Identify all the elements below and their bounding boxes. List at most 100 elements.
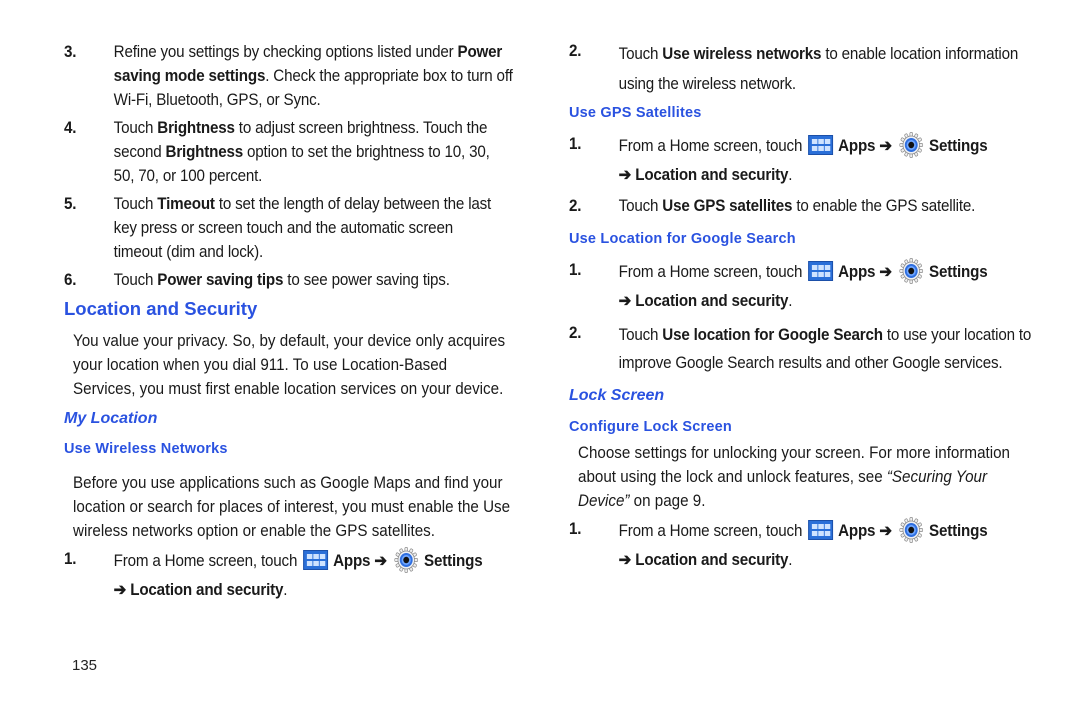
bold-term: Use wireless networks xyxy=(662,45,822,63)
period: . xyxy=(283,581,288,599)
wireless-line: wireless networks option or enable the G… xyxy=(73,522,435,540)
bold-term: saving mode settings xyxy=(113,67,266,85)
text-run: to see power saving tips. xyxy=(283,271,450,289)
settings-label: Settings xyxy=(929,137,988,155)
text-run: Wi-Fi, Bluetooth, GPS, or Sync. xyxy=(113,91,321,109)
page-number: 135 xyxy=(72,657,98,674)
text-line: using the wireless network. xyxy=(619,69,1018,99)
period: . xyxy=(788,551,793,569)
text-run: 50, 70, or 100 percent. xyxy=(113,167,263,185)
nav-prefix: From a Home screen, touch xyxy=(618,137,803,155)
bold-term: Timeout xyxy=(157,195,215,213)
text-run: to enable the GPS satellite. xyxy=(792,197,976,215)
wireless-line: Before you use applications such as Goog… xyxy=(73,474,503,492)
step-number: 2. xyxy=(569,42,582,60)
heading-configure-lock-screen: Configure Lock Screen xyxy=(569,419,732,435)
step-number: 2. xyxy=(569,197,582,215)
bold-term: Brightness xyxy=(165,143,244,161)
italic-ref: Device” xyxy=(578,492,630,510)
step-text: From a Home screen, touch Apps ➔ Settings… xyxy=(619,258,988,316)
text-run: key press or screen touch and the automa… xyxy=(113,219,453,237)
wireless-line: location or search for places of interes… xyxy=(73,498,511,516)
text-line: Refine you settings by checking options … xyxy=(114,40,513,64)
apps-icon xyxy=(302,550,328,570)
text-run: improve Google Search results and other … xyxy=(618,354,1003,372)
italic-ref: “Securing Your xyxy=(886,468,988,486)
text-run: about using the lock and unlock features… xyxy=(578,468,887,486)
bold-term: Brightness xyxy=(157,119,235,137)
subsection-title-lock-screen: Lock Screen xyxy=(569,387,665,404)
text-run: option to set the brightness to 10, 30, xyxy=(243,143,490,161)
nav-prefix: From a Home screen, touch xyxy=(618,522,803,540)
step-number: 5. xyxy=(64,195,77,213)
text-run: Touch xyxy=(618,45,663,63)
text-run: using the wireless network. xyxy=(618,75,796,93)
text-line: saving mode settings. Check the appropri… xyxy=(114,64,513,88)
step-text: Touch Use location for Google Search to … xyxy=(619,321,1032,377)
nav-line: ➔ Location and security. xyxy=(619,161,988,190)
arrow-icon: ➔ xyxy=(875,522,896,540)
step-number: 1. xyxy=(569,261,582,279)
text-line: Touch Use location for Google Search to … xyxy=(619,321,1032,349)
intro-line: You value your privacy. So, by default, … xyxy=(73,332,506,350)
text-line: Touch Brightness to adjust screen bright… xyxy=(114,116,490,140)
bold-term: Power saving tips xyxy=(157,271,284,289)
text-run: second xyxy=(113,143,166,161)
nav-line: ➔ Location and security. xyxy=(619,546,988,575)
period: . xyxy=(788,166,793,184)
step-number: 1. xyxy=(569,135,582,153)
arrow-icon: ➔ xyxy=(370,552,391,570)
apps-label: Apps xyxy=(838,263,876,281)
text-run: Touch xyxy=(618,326,663,344)
apps-icon xyxy=(807,261,833,281)
text-run: Choose settings for unlocking your scree… xyxy=(578,444,1010,462)
intro-line: Services, you must first enable location… xyxy=(73,380,504,398)
text-line: Touch Timeout to set the length of delay… xyxy=(114,192,492,216)
step-text: Touch Timeout to set the length of delay… xyxy=(113,192,492,264)
step-text: Touch Use wireless networks to enable lo… xyxy=(618,39,1019,99)
settings-gear-icon xyxy=(394,547,419,573)
bold-term: Use location for Google Search xyxy=(662,326,883,344)
step-number: 3. xyxy=(64,43,77,61)
apps-label: Apps xyxy=(333,552,371,570)
apps-label: Apps xyxy=(838,522,876,540)
text-line: Choose settings for unlocking your scree… xyxy=(578,441,1010,465)
menu-path-location-security: ➔ Location and security xyxy=(618,166,789,184)
wireless-paragraph: Before you use applications such as Goog… xyxy=(73,471,510,543)
intro-paragraph: You value your privacy. So, by default, … xyxy=(73,329,505,401)
step-number: 1. xyxy=(569,520,582,538)
apps-label: Apps xyxy=(838,137,876,155)
nav-line: From a Home screen, touch Apps ➔ Settings xyxy=(619,517,988,546)
step-text: Touch Power saving tips to see power sav… xyxy=(114,268,450,292)
text-run: . Check the appropriate box to turn off xyxy=(265,67,513,85)
text-line: about using the lock and unlock features… xyxy=(578,465,1010,489)
step-number: 6. xyxy=(64,271,77,289)
text-run: timeout (dim and lock). xyxy=(113,243,263,261)
step-text: Touch Brightness to adjust screen bright… xyxy=(114,116,490,188)
settings-gear-icon xyxy=(899,132,924,158)
nav-line: From a Home screen, touch Apps ➔ Settings xyxy=(619,132,988,161)
menu-path-location-security: ➔ Location and security xyxy=(618,292,789,310)
text-line: Device” on page 9. xyxy=(578,489,1010,513)
settings-label: Settings xyxy=(929,263,988,281)
text-line: Touch Use wireless networks to enable lo… xyxy=(618,39,1019,69)
step-number: 1. xyxy=(64,550,77,568)
menu-path-location-security: ➔ Location and security xyxy=(113,581,284,599)
text-line: Touch Power saving tips to see power sav… xyxy=(114,268,450,292)
text-line: Touch Use GPS satellites to enable the G… xyxy=(619,194,976,218)
bold-term: Use GPS satellites xyxy=(662,197,793,215)
step-text: From a Home screen, touch Apps ➔ Settings… xyxy=(114,547,483,605)
section-title-location-security: Location and Security xyxy=(64,298,258,319)
text-run: to use your location to xyxy=(882,326,1032,344)
lock-paragraph: Choose settings for unlocking your scree… xyxy=(578,441,1010,513)
step-text: Touch Use GPS satellites to enable the G… xyxy=(619,194,976,218)
nav-prefix: From a Home screen, touch xyxy=(113,552,298,570)
text-line: Wi-Fi, Bluetooth, GPS, or Sync. xyxy=(114,88,513,112)
settings-gear-icon xyxy=(899,258,924,284)
apps-icon xyxy=(807,520,833,540)
text-run: Refine you settings by checking options … xyxy=(113,43,458,61)
nav-line: ➔ Location and security. xyxy=(619,287,988,316)
step-text: From a Home screen, touch Apps ➔ Settings… xyxy=(619,132,988,190)
text-run: Touch xyxy=(113,271,158,289)
text-run: to enable location information xyxy=(821,45,1019,63)
